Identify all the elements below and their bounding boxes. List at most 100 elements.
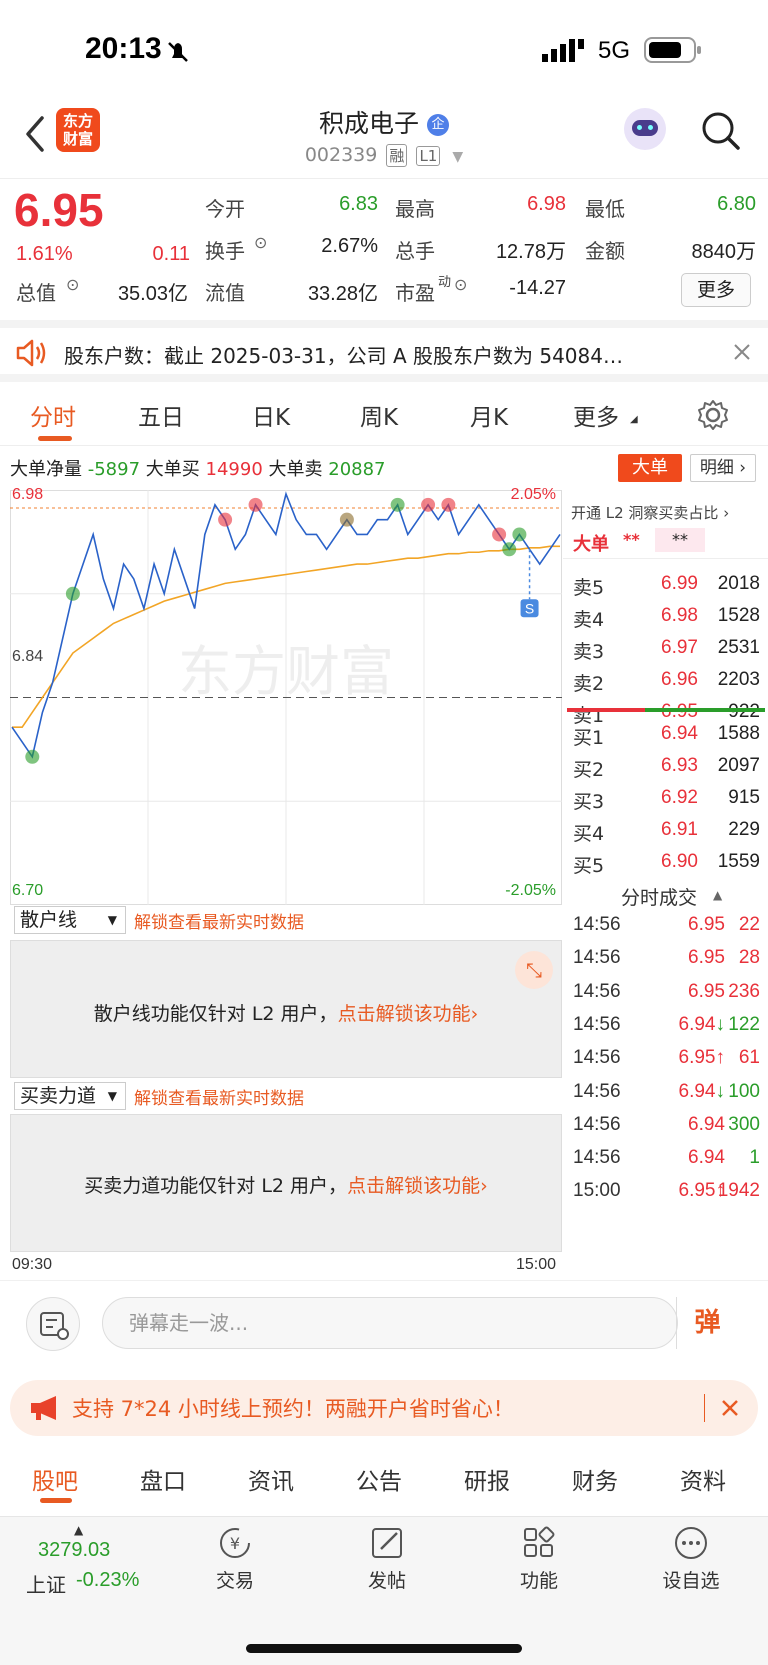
search-icon[interactable] [700, 110, 744, 154]
high-value: 6.98 [527, 193, 566, 215]
robot-assistant-icon[interactable] [624, 108, 666, 150]
bid-volume: 2097 [717, 755, 760, 776]
danmu-input[interactable]: 弹幕走一波... [102, 1297, 678, 1349]
trade-row: 14:56 6.95 236 [563, 981, 768, 1011]
intraday-chart[interactable]: 东方财富 S 6.98 2.05% 6.84 6.70 -2.05% [10, 486, 562, 905]
close-icon[interactable] [732, 342, 752, 362]
low-label: 最低 [585, 197, 625, 221]
index-ticker[interactable]: ▲ 3279.03 上证 -0.23% [20, 1523, 160, 1603]
tab-intraday[interactable]: 分时 [30, 398, 76, 432]
ask-label: 卖5 [573, 577, 605, 599]
tab-guba[interactable]: 股吧 [32, 1462, 78, 1496]
trade-price: 6.94↓ [678, 1013, 726, 1035]
trade-row: 14:56 6.94↓ 100 [563, 1081, 768, 1111]
force-panel: 买卖力道功能仅针对 L2 用户，点击解锁该功能› [10, 1114, 562, 1252]
y-bottom-label: 6.70 [12, 882, 44, 899]
l2-header[interactable]: 开通 L2 洞察买卖占比 › [571, 502, 729, 523]
x-end-label: 15:00 [516, 1256, 557, 1273]
divider [704, 1394, 705, 1422]
retail-line-panel: ⤡ 散户线功能仅针对 L2 用户，点击解锁该功能› [10, 940, 562, 1078]
bid-label: 买5 [573, 855, 605, 877]
settings-gear-icon[interactable] [696, 398, 730, 432]
info-icon[interactable]: ⊙ [254, 233, 267, 252]
big-masked-box: ** [655, 528, 705, 552]
down-arrow-icon: ↓ [715, 1013, 726, 1035]
up-arrow-icon: ↑ [715, 1047, 726, 1069]
force-message-text: 买卖力道功能仅针对 L2 用户， [84, 1175, 348, 1197]
trade-volume: 236 [728, 980, 760, 1002]
force-unlock-button[interactable]: 点击解锁该功能 [347, 1175, 480, 1197]
retail-select-label: 散户线 [20, 909, 78, 931]
trade-volume: 28 [738, 947, 760, 969]
amount-value: 8840万 [691, 241, 757, 263]
bid-volume: 229 [728, 819, 760, 840]
tab-announcement[interactable]: 公告 [356, 1462, 402, 1496]
dock-add-watchlist[interactable]: 设自选 [646, 1525, 736, 1593]
danmu-settings-icon[interactable] [26, 1297, 80, 1351]
stock-name: 积成电子 [319, 109, 420, 138]
tab-research[interactable]: 研报 [464, 1462, 510, 1496]
shareholder-notice[interactable]: 股东户数：截止 2025-03-31，公司 A 股股东户数为 54084… [0, 320, 768, 382]
ask-volume: 2203 [717, 669, 760, 690]
ask-label: 卖2 [573, 673, 605, 695]
tab-profile[interactable]: 资料 [680, 1462, 726, 1496]
big-masked: ** [623, 530, 640, 549]
more-button[interactable]: 更多 [681, 273, 751, 307]
index-change: -0.23% [76, 1569, 140, 1591]
force-message: 买卖力道功能仅针对 L2 用户，点击解锁该功能› [11, 1171, 561, 1198]
bid-row: 买3 6.92 915 [563, 787, 768, 817]
collapse-arrow-icon[interactable]: ▲ [713, 888, 722, 902]
stock-header: 东方 财富 积成电子 企 002339 融 L1 ▼ [0, 100, 768, 176]
y-top-label: 6.98 [12, 486, 44, 503]
trade-marker [390, 497, 405, 512]
tab-daily-k[interactable]: 日K [252, 398, 290, 432]
info-icon[interactable]: ⊙ [66, 275, 79, 294]
tab-more[interactable]: 更多 [573, 398, 619, 432]
ask-price: 6.96 [661, 669, 698, 690]
big-order-button[interactable]: 大单 [618, 454, 682, 482]
tab-pankou[interactable]: 盘口 [140, 1462, 186, 1496]
detail-button[interactable]: 明细 › [690, 454, 756, 482]
trade-time: 14:56 [573, 914, 621, 935]
expand-icon[interactable]: ⤡ [515, 951, 553, 989]
intraday-chart-svg: 东方财富 S [10, 490, 562, 905]
force-select[interactable]: 买卖力道 ▼ [14, 1082, 126, 1110]
bid-price: 6.94 [661, 723, 698, 744]
force-unlock-link[interactable]: 解锁查看最新实时数据 [134, 1084, 304, 1109]
bid-price: 6.91 [661, 819, 698, 840]
tab-news[interactable]: 资讯 [248, 1462, 294, 1496]
tab-finance[interactable]: 财务 [572, 1462, 618, 1496]
bottom-dock: ▲ 3279.03 上证 -0.23% ¥ 交易 发帖 功能 设自选 [0, 1516, 768, 1665]
promo-banner[interactable]: 支持 7*24 小时线上预约！两融开户省时省心！ [10, 1380, 758, 1436]
trade-row: 15:00 6.95↑ 1942 [563, 1180, 768, 1210]
chevron-right-icon: › [470, 1003, 479, 1025]
retail-unlock-button[interactable]: 点击解锁该功能 [338, 1003, 471, 1025]
ask-label: 卖3 [573, 641, 605, 663]
ask-volume: 922 [728, 701, 760, 723]
divider [563, 558, 768, 559]
retail-unlock-link[interactable]: 解锁查看最新实时数据 [134, 908, 304, 933]
close-icon[interactable] [720, 1398, 740, 1418]
bid-label: 买4 [573, 823, 605, 845]
bid-price: 6.92 [661, 787, 698, 808]
tab-monthly-k[interactable]: 月K [470, 398, 508, 432]
dropdown-icon[interactable]: ▼ [452, 149, 463, 165]
trade-volume: 22 [738, 914, 760, 935]
tab-weekly-k[interactable]: 周K [360, 398, 398, 432]
trade-time: 14:56 [573, 1113, 621, 1135]
active-tab-indicator [38, 436, 72, 441]
ask-row: 卖4 6.98 1528 [563, 605, 768, 635]
quote-panel: 6.95 1.61% 0.11 今开 6.83 最高 6.98 最低 6.80 … [0, 178, 768, 318]
trade-time: 14:56 [573, 1047, 621, 1069]
trade-row: 14:56 6.94 300 [563, 1114, 768, 1144]
tab-five-day[interactable]: 五日 [138, 398, 184, 432]
dock-functions[interactable]: 功能 [494, 1525, 584, 1593]
danmu-send-button[interactable]: 弹 [676, 1297, 738, 1349]
force-select-label: 买卖力道 [20, 1085, 97, 1107]
comment-bar: 弹幕走一波... 弹 [0, 1280, 768, 1370]
dock-trade[interactable]: ¥ 交易 [190, 1525, 280, 1593]
dock-post[interactable]: 发帖 [342, 1525, 432, 1593]
info-icon[interactable]: ⊙ [454, 275, 467, 294]
retail-line-select[interactable]: 散户线 ▼ [14, 906, 126, 934]
up-arrow-icon: ▲ [74, 1523, 84, 1537]
